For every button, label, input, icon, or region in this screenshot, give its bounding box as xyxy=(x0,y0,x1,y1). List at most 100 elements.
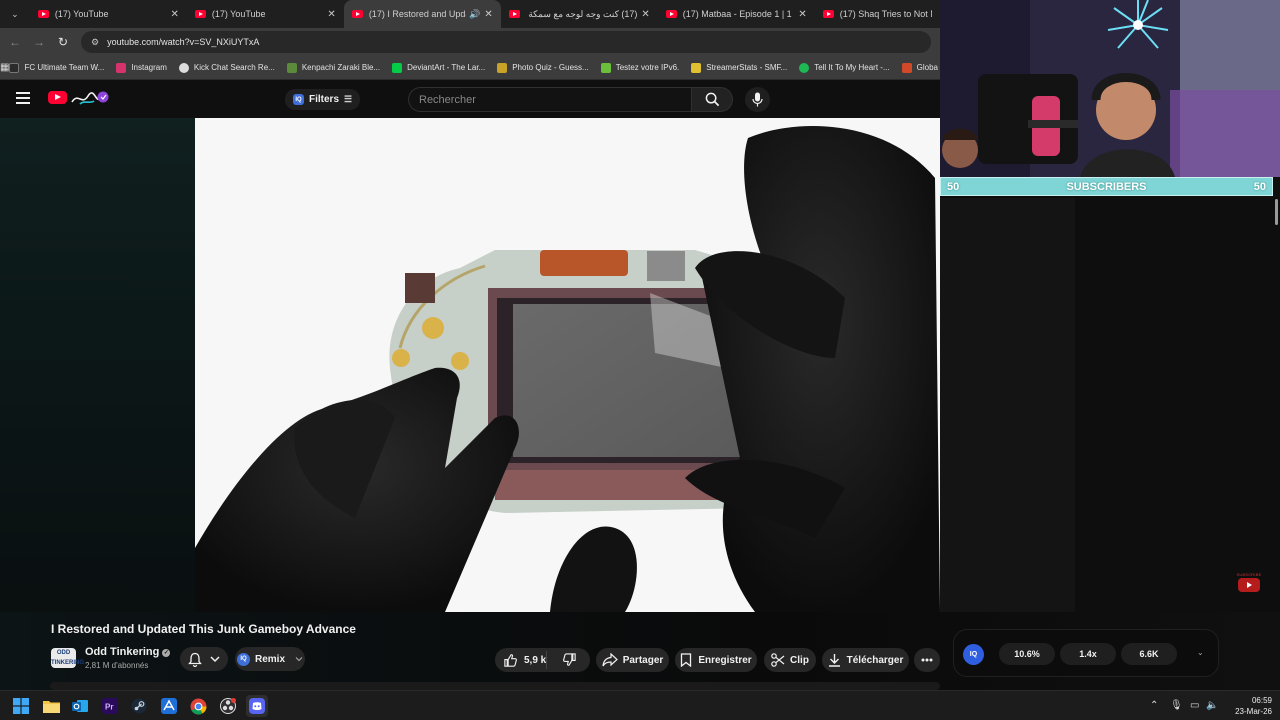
chrome-icon[interactable] xyxy=(187,695,209,717)
bookmark-item[interactable]: StreamerStats - SMF... xyxy=(691,62,787,73)
subscribe-watermark[interactable]: SUBSCRIBE xyxy=(1236,572,1262,594)
clip-button[interactable]: Clip xyxy=(764,648,816,672)
site-info-icon[interactable]: ⚙ xyxy=(91,37,99,48)
stat-pill[interactable]: 10.6% xyxy=(999,643,1055,665)
globe-icon xyxy=(178,62,189,73)
tray-overflow-icon[interactable]: ⌃ xyxy=(1150,700,1158,711)
volume-icon[interactable]: 🔈 xyxy=(1206,700,1218,711)
bookmark-item[interactable]: FC Ultimate Team W... xyxy=(9,62,105,73)
instagram-icon xyxy=(116,62,127,73)
reload-icon[interactable]: ↻ xyxy=(51,35,75,49)
doodle-logo-icon[interactable] xyxy=(70,88,110,108)
chevron-down-icon[interactable]: ⌄ xyxy=(1197,648,1204,657)
youtube-favicon-icon xyxy=(194,10,206,18)
video-title: I Restored and Updated This Junk Gameboy… xyxy=(51,622,356,636)
search-button[interactable] xyxy=(691,87,733,112)
close-icon[interactable]: ✕ xyxy=(327,9,335,20)
system-clock[interactable]: 06:59 23-Mar-26 xyxy=(1222,695,1272,717)
voice-search-button[interactable] xyxy=(745,87,770,112)
bookmark-label: Testez votre IPv6. xyxy=(615,63,680,72)
scissors-icon xyxy=(771,653,785,667)
channel-name[interactable]: Odd Tinkering ✓ xyxy=(85,646,171,658)
verified-icon: ✓ xyxy=(162,649,171,657)
clock-date: 23-Mar-26 xyxy=(1235,707,1272,716)
file-explorer-icon[interactable] xyxy=(40,695,62,717)
bookmark-label: Globa xyxy=(916,63,938,72)
sliders-icon: ☰ xyxy=(344,94,353,104)
acrobat-icon[interactable] xyxy=(158,695,180,717)
premiere-pro-icon[interactable]: Pr xyxy=(99,695,121,717)
like-count[interactable]: 5,9 k xyxy=(524,655,546,666)
menu-icon[interactable] xyxy=(16,92,30,107)
url-field[interactable]: ⚙ youtube.com/watch?v=SV_NXiUYTxA xyxy=(81,31,931,53)
bookmarks-bar: ▦ FC Ultimate Team W... Instagram Kick C… xyxy=(0,56,940,80)
subscriber-count: 2,81 M d'abonnés xyxy=(85,661,149,670)
video-stats-widget: IQ 10.6% 1.4x 6.6K ⌄ xyxy=(953,629,1219,677)
close-icon[interactable]: ✕ xyxy=(170,9,178,20)
obs-icon[interactable] xyxy=(217,695,239,717)
iq-badge-icon[interactable]: IQ xyxy=(963,644,984,665)
bookmark-item[interactable]: Testez votre IPv6. xyxy=(600,62,680,73)
browser-tab[interactable]: (17) YouTube ✕ xyxy=(30,0,187,28)
filters-button[interactable]: IQ Filters ☰ xyxy=(285,89,361,110)
channel-avatar[interactable]: ODD TINKERING xyxy=(51,648,84,668)
share-button[interactable]: Partager xyxy=(596,648,669,672)
search-input[interactable]: Rechercher xyxy=(408,87,691,112)
steam-icon[interactable] xyxy=(128,695,150,717)
tab-search-button[interactable]: ⌄ xyxy=(4,3,26,25)
browser-tab[interactable]: (17) Matbaa - Episode 1 | 1 حلقة ✕ xyxy=(658,0,815,28)
outlook-icon[interactable] xyxy=(69,695,91,717)
bookmark-item[interactable]: Photo Quiz - Guess... xyxy=(497,62,589,73)
screen: ⌄ (17) YouTube ✕ (17) YouTube ✕ (17) I R… xyxy=(0,0,1280,720)
bookmark-favicon-icon xyxy=(691,62,702,73)
subscriber-goal-label: SUBSCRIBERS xyxy=(1066,180,1147,193)
stat-pill[interactable]: 6.6K xyxy=(1121,643,1177,665)
forward-icon[interactable]: → xyxy=(27,35,51,49)
bookmark-item[interactable]: Globa xyxy=(901,62,938,73)
bookmark-item[interactable]: DeviantArt - The Lar... xyxy=(392,62,485,73)
close-icon[interactable]: ✕ xyxy=(641,9,649,20)
discord-icon[interactable] xyxy=(246,695,268,717)
more-actions-button[interactable] xyxy=(914,648,940,672)
taskbar: Pr ⌃ 🎙 ▭ 🔈 06:59 23-Mar-26 xyxy=(0,690,1280,720)
scrollbar[interactable] xyxy=(1272,196,1280,236)
browser-tab[interactable]: (17) كنت وجه لوجه مع سمكة عم ✕ xyxy=(501,0,658,28)
bookmark-favicon-icon xyxy=(286,62,297,73)
scrollbar-thumb[interactable] xyxy=(1274,199,1278,225)
microphone-icon xyxy=(752,92,763,107)
notifications-button[interactable] xyxy=(180,647,228,671)
bookmark-label: Tell It To My Heart -... xyxy=(814,63,890,72)
back-icon[interactable]: ← xyxy=(3,35,27,49)
bookmark-item[interactable]: Instagram xyxy=(116,62,167,73)
remix-button[interactable]: IQ Remix xyxy=(235,647,305,671)
iq-badge-text: IQ xyxy=(969,651,978,658)
close-icon[interactable]: ✕ xyxy=(798,9,806,20)
network-icon[interactable]: ▭ xyxy=(1190,700,1199,711)
svg-text:Pr: Pr xyxy=(105,703,113,712)
apps-grid-icon[interactable]: ▦ xyxy=(0,62,9,73)
stat-pill[interactable]: 1.4x xyxy=(1060,643,1116,665)
browser-tab-active[interactable]: (17) I Restored and Update 🔊 ✕ xyxy=(343,0,501,28)
bookmark-item[interactable]: Kenpachi Zaraki Ble... xyxy=(286,62,381,73)
subscriber-count-left: 50 xyxy=(947,180,960,193)
speaker-icon[interactable]: 🔊 xyxy=(469,9,480,20)
browser-tab[interactable]: (17) YouTube ✕ xyxy=(187,0,344,28)
save-button[interactable]: Enregistrer xyxy=(675,648,757,672)
youtube-logo-icon[interactable] xyxy=(48,91,67,104)
spotify-icon xyxy=(799,62,810,73)
close-icon[interactable]: ✕ xyxy=(484,9,492,20)
download-button[interactable]: Télécharger xyxy=(822,648,909,672)
bookmark-item[interactable]: Kick Chat Search Re... xyxy=(178,62,275,73)
like-icon[interactable] xyxy=(503,653,518,668)
video-player[interactable] xyxy=(195,118,940,612)
browser-tab[interactable]: (17) Shaq Tries to Not Make xyxy=(815,0,940,28)
bookmark-item[interactable]: Tell It To My Heart -... xyxy=(799,62,890,73)
bookmark-label: Kenpachi Zaraki Ble... xyxy=(301,63,381,72)
dislike-icon[interactable] xyxy=(562,652,577,667)
microphone-tray-icon[interactable]: 🎙 xyxy=(1170,700,1183,711)
more-horizontal-icon xyxy=(921,658,933,662)
windows-start-icon[interactable] xyxy=(10,695,32,717)
iq-extension-icon: IQ xyxy=(236,652,250,666)
webcam-feed xyxy=(940,0,1280,177)
bookmark-label: FC Ultimate Team W... xyxy=(24,63,105,72)
